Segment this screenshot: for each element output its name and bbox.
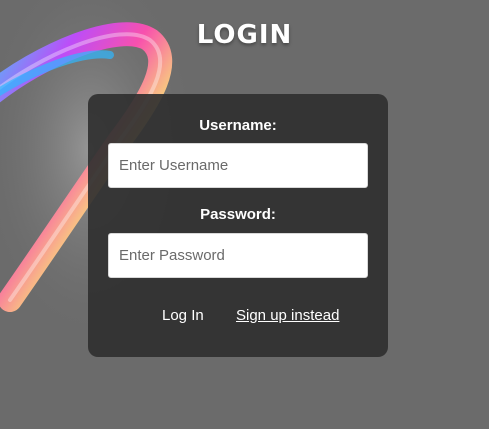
form-actions: Log In Sign up instead: [88, 307, 388, 327]
password-label: Password:: [200, 206, 276, 223]
login-page: LOGIN Username: Password: Log In Sign up…: [0, 0, 489, 429]
signup-link[interactable]: Sign up instead: [236, 307, 339, 324]
login-card: Username: Password: Log In Sign up inste…: [88, 94, 388, 357]
page-title: LOGIN: [196, 20, 293, 50]
username-label: Username:: [199, 117, 277, 134]
username-input[interactable]: [108, 143, 368, 188]
login-button[interactable]: Log In: [162, 307, 204, 324]
password-input[interactable]: [108, 233, 368, 278]
